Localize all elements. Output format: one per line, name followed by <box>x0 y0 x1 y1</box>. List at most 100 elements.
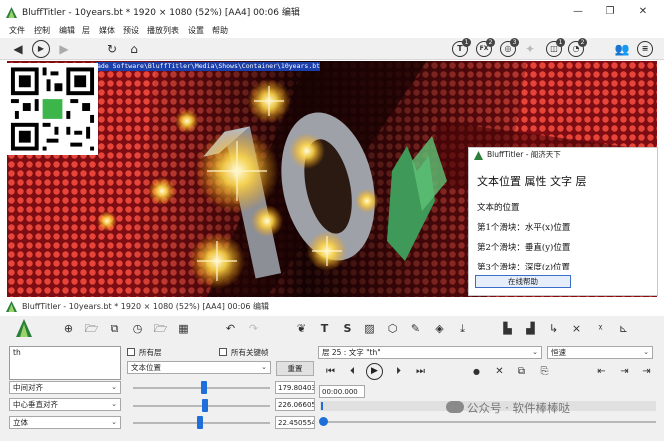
menu-playlist[interactable]: 播放列表 <box>147 25 179 36</box>
all-layers-checkbox[interactable] <box>127 348 135 356</box>
editor-panel: th 所有层 所有关键帧 文本位置 ⌄ 重置 层 25 : 文字 "th" ⌄ 恒速… <box>0 342 664 441</box>
value-z-field[interactable]: 22.450554 <box>275 416 315 429</box>
text-input[interactable]: th <box>9 346 121 380</box>
chevron-down-icon: ⌄ <box>643 348 649 356</box>
redo-icon[interactable]: ↷ <box>246 321 261 336</box>
popup-line: 第1个滑块：水平(x)位置 <box>477 223 571 233</box>
play-button[interactable]: ▶ <box>366 363 383 380</box>
copy-key-icon[interactable]: ⧉ <box>515 365 528 378</box>
all-keyframes-checkbox[interactable] <box>219 348 227 356</box>
slider-z-thumb[interactable] <box>197 416 203 429</box>
shapes-icon[interactable]: ◈ <box>432 321 447 336</box>
all-keyframes-label: 所有关键帧 <box>231 348 269 357</box>
next-key-icon[interactable]: ⇥ <box>618 365 631 378</box>
all-layers-label: 所有层 <box>139 348 162 357</box>
property-value: 文本位置 <box>131 363 161 372</box>
maximize-button[interactable]: ❐ <box>600 5 620 19</box>
app-logo-icon <box>6 7 17 18</box>
app-logo-icon <box>6 301 17 312</box>
slider-y-thumb[interactable] <box>202 399 208 412</box>
style-select[interactable]: 立体 ⌄ <box>9 416 121 429</box>
value-x-field[interactable]: 179.80403 <box>275 381 315 394</box>
ease-select[interactable]: 恒速 ⌄ <box>547 346 653 359</box>
pen-icon[interactable]: ✎ <box>408 321 423 336</box>
menu-media[interactable]: 媒体 <box>99 25 115 36</box>
add-layer-icon[interactable]: ⊕ <box>61 321 76 336</box>
badge: 1 <box>462 38 471 47</box>
chevron-down-icon: ⌄ <box>111 400 117 408</box>
help-popup: BluffTitler - 阁济天下 文本位置 属性 文字 层 文本的位置 第1… <box>468 147 658 296</box>
online-help-button[interactable]: 在线帮助 <box>475 275 571 288</box>
users-icon[interactable]: 👥 <box>612 41 632 57</box>
last-key-icon[interactable]: ⇥ <box>640 365 653 378</box>
import-icon[interactable]: ⤓ <box>455 321 470 336</box>
clock-icon[interactable]: ◷ <box>130 321 145 336</box>
corner-icon[interactable]: ⊾ <box>616 321 631 336</box>
text-icon[interactable]: T <box>317 321 332 336</box>
paint-icon[interactable]: ❦ <box>294 321 309 336</box>
resize-icon[interactable]: ⧉ <box>107 321 122 336</box>
popup-line: 文本的位置 <box>477 203 520 213</box>
time-field[interactable]: 00:00.000 <box>319 385 365 398</box>
slider-x-thumb[interactable] <box>201 381 207 394</box>
refresh-icon[interactable]: ↻ <box>104 41 120 57</box>
file-path-field[interactable]: ade Software\BluffTitler\Media\Shows\Con… <box>96 62 320 71</box>
menu-help[interactable]: 帮助 <box>212 25 228 36</box>
badge: 1 <box>556 38 565 47</box>
menu-layer[interactable]: 层 <box>82 25 90 36</box>
timeline-track <box>327 421 656 423</box>
step-forward-icon[interactable]: ⏵ <box>392 365 405 378</box>
minimize-button[interactable]: — <box>568 5 588 19</box>
film-icon[interactable]: ▦ <box>176 321 191 336</box>
layer-type-icon[interactable] <box>16 319 32 337</box>
menu-control[interactable]: 控制 <box>34 25 50 36</box>
sparkle-icon[interactable]: ✦ <box>522 41 538 57</box>
align-left-icon[interactable]: ▙ <box>500 321 515 336</box>
forward-icon[interactable]: ▶ <box>56 41 72 57</box>
main-toolbar: ◀ ▶ ▶ ↻ ⌂ T 1 FX 2 ◎ 3 ✦ ◫ 1 ◔ 2 👥 ≡ <box>0 38 664 60</box>
popup-title: BluffTitler - 阁济天下 <box>469 148 657 162</box>
align-right-icon[interactable]: ▟ <box>523 321 538 336</box>
menu-file[interactable]: 文件 <box>9 25 25 36</box>
editor-title: BluffTitler - 10years.bt * 1920 × 1080 (… <box>22 302 269 311</box>
style-value: 立体 <box>13 418 28 427</box>
link-icon[interactable]: ↳ <box>546 321 561 336</box>
step-back-icon[interactable]: ⏴ <box>346 365 359 378</box>
reset-button[interactable]: 重置 <box>276 361 314 376</box>
property-select[interactable]: 文本位置 ⌄ <box>127 361 271 374</box>
flip-icon[interactable]: ⨯ <box>569 321 584 336</box>
import-folder-icon[interactable]: 🗁 <box>153 321 168 336</box>
ease-value: 恒速 <box>551 348 566 357</box>
menu-preset[interactable]: 预设 <box>123 25 139 36</box>
badge: 2 <box>578 38 587 47</box>
subtitle-icon[interactable]: S <box>340 321 355 336</box>
h-align-select[interactable]: 中间对齐 ⌄ <box>9 381 121 394</box>
record-icon[interactable]: ● <box>470 365 483 378</box>
value-y-field[interactable]: 226.06605 <box>275 398 315 411</box>
skip-start-icon[interactable]: ⏮ <box>324 365 337 378</box>
h-align-value: 中间对齐 <box>13 383 43 392</box>
play-icon[interactable]: ▶ <box>32 40 50 58</box>
close-button[interactable]: ✕ <box>633 5 653 19</box>
image-icon[interactable]: ▨ <box>362 321 377 336</box>
popup-heading: 文本位置 属性 文字 层 <box>477 175 587 188</box>
skip-end-icon[interactable]: ⏭ <box>414 365 427 378</box>
timeline-handle[interactable] <box>319 417 328 426</box>
flip-x-icon[interactable]: ᵡ <box>593 321 608 336</box>
back-icon[interactable]: ◀ <box>10 41 26 57</box>
home-icon[interactable]: ⌂ <box>126 41 142 57</box>
prev-key-icon[interactable]: ⇤ <box>595 365 608 378</box>
delete-key-icon[interactable]: ✕ <box>493 365 506 378</box>
menu-settings[interactable]: 设置 <box>188 25 204 36</box>
timeline-cursor[interactable] <box>321 402 323 410</box>
open-folder-icon[interactable]: 🗁 <box>84 321 99 336</box>
v-align-select[interactable]: 中心垂直对齐 ⌄ <box>9 398 121 411</box>
paste-key-icon[interactable]: ⎘ <box>538 365 551 378</box>
menu-edit[interactable]: 编辑 <box>59 25 75 36</box>
menu-icon[interactable]: ≡ <box>637 41 653 57</box>
layer-value: 层 25 : 文字 "th" <box>322 348 381 357</box>
undo-icon[interactable]: ↶ <box>223 321 238 336</box>
cube-icon[interactable]: ⬡ <box>385 321 400 336</box>
layer-select[interactable]: 层 25 : 文字 "th" ⌄ <box>318 346 542 359</box>
editor-toolbar: ⊕ 🗁 ⧉ ◷ 🗁 ▦ ↶ ↷ ❦ T S ▨ ⬡ ✎ ◈ ⤓ ▙ ▟ ↳ ⨯ … <box>0 316 664 342</box>
